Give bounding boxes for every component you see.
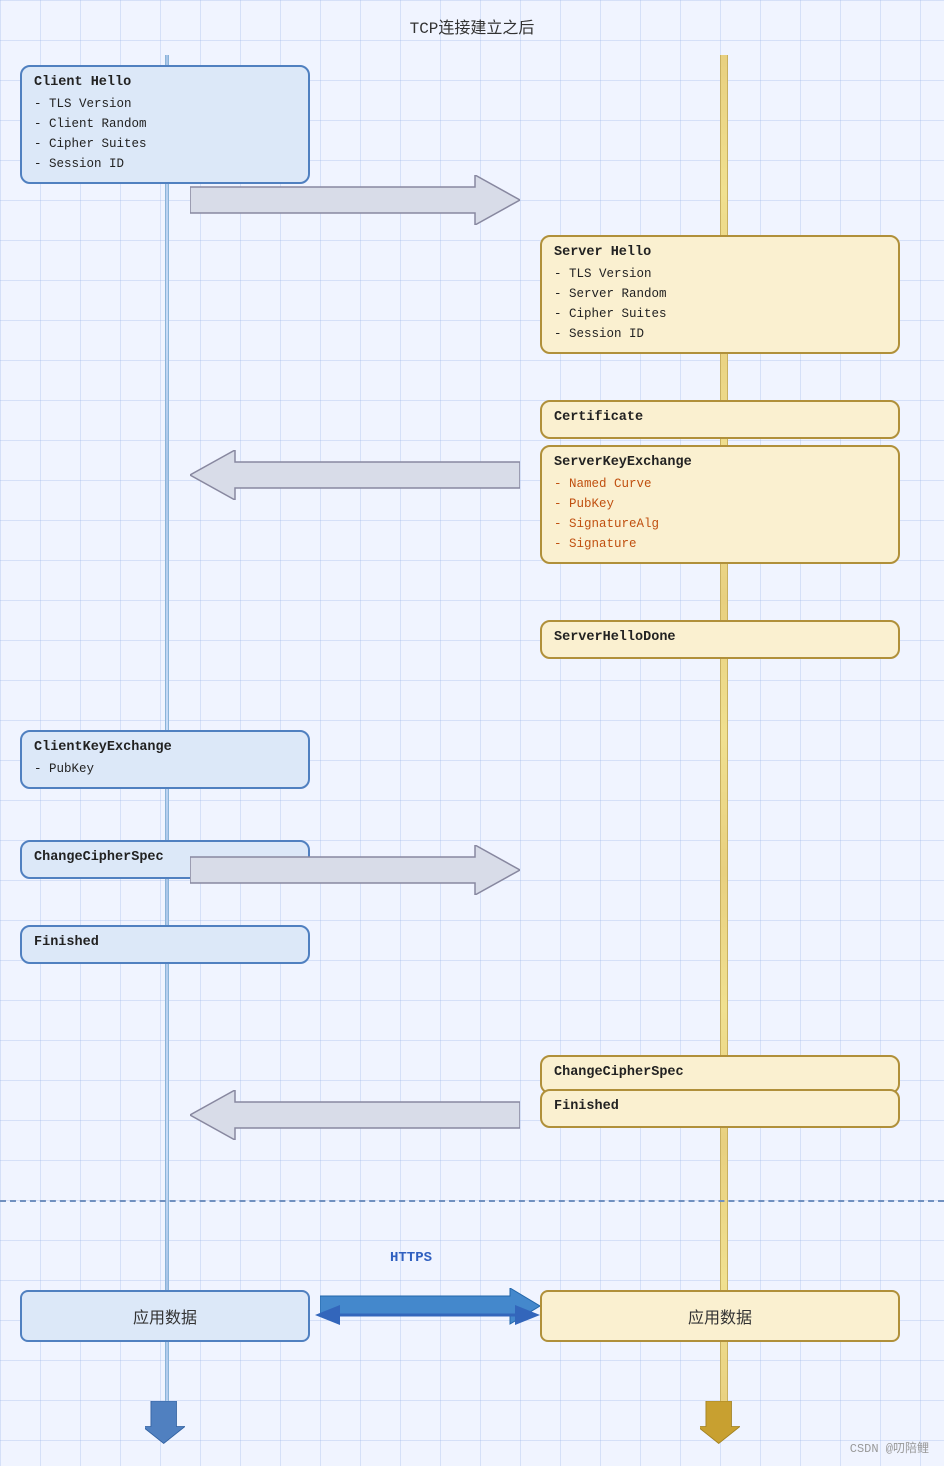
app-data-server-box: 应用数据: [540, 1290, 900, 1342]
arrow-server-to-client: [190, 450, 520, 500]
https-label: HTTPS: [390, 1250, 432, 1266]
server-key-exchange-title: ServerKeyExchange: [554, 455, 886, 470]
client-hello-item-3: - Cipher Suites: [34, 134, 296, 154]
arrow-client-hello: [190, 175, 520, 225]
diagram-container: TCP连接建立之后 Client Hello - TLS Version - C…: [0, 0, 944, 1466]
client-hello-title: Client Hello: [34, 75, 296, 90]
server-key-exchange-box: ServerKeyExchange - Named Curve - PubKey…: [540, 445, 900, 564]
arrow-cipher-to-server: [190, 845, 520, 895]
certificate-box: Certificate: [540, 400, 900, 439]
finished-client-box: Finished: [20, 925, 310, 964]
client-key-exchange-title: ClientKeyExchange: [34, 740, 296, 755]
server-hello-box: Server Hello - TLS Version - Server Rand…: [540, 235, 900, 354]
app-data-server-label: 应用数据: [688, 1310, 752, 1328]
app-data-client-box: 应用数据: [20, 1290, 310, 1342]
server-key-item-2: - PubKey: [554, 494, 886, 514]
certificate-title: Certificate: [554, 410, 886, 425]
server-hello-done-box: ServerHelloDone: [540, 620, 900, 659]
separator-line: [0, 1200, 944, 1202]
client-hello-box: Client Hello - TLS Version - Client Rand…: [20, 65, 310, 184]
watermark: CSDN @叨陪鲤: [850, 1439, 929, 1456]
arrow-server-cipher-to-client: [190, 1090, 520, 1140]
server-hello-item-3: - Cipher Suites: [554, 304, 886, 324]
change-cipher-spec-server-title: ChangeCipherSpec: [554, 1065, 886, 1080]
app-data-client-label: 应用数据: [133, 1310, 197, 1328]
server-hello-title: Server Hello: [554, 245, 886, 260]
client-key-item-1: - PubKey: [34, 759, 296, 779]
client-hello-item-1: - TLS Version: [34, 94, 296, 114]
finished-client-title: Finished: [34, 935, 296, 950]
down-arrow-client: [145, 1401, 185, 1446]
server-key-item-4: - Signature: [554, 534, 886, 554]
client-key-exchange-box: ClientKeyExchange - PubKey: [20, 730, 310, 789]
tcp-label: TCP连接建立之后: [410, 14, 535, 38]
finished-server-box: Finished: [540, 1089, 900, 1128]
server-key-item-3: - SignatureAlg: [554, 514, 886, 534]
server-hello-item-1: - TLS Version: [554, 264, 886, 284]
server-hello-item-2: - Server Random: [554, 284, 886, 304]
server-key-item-1: - Named Curve: [554, 474, 886, 494]
server-hello-done-title: ServerHelloDone: [554, 630, 886, 645]
client-hello-item-2: - Client Random: [34, 114, 296, 134]
server-hello-item-4: - Session ID: [554, 324, 886, 344]
down-arrow-server: [700, 1401, 740, 1446]
https-double-arrow: [315, 1290, 540, 1340]
client-hello-item-4: - Session ID: [34, 154, 296, 174]
finished-server-title: Finished: [554, 1099, 886, 1114]
